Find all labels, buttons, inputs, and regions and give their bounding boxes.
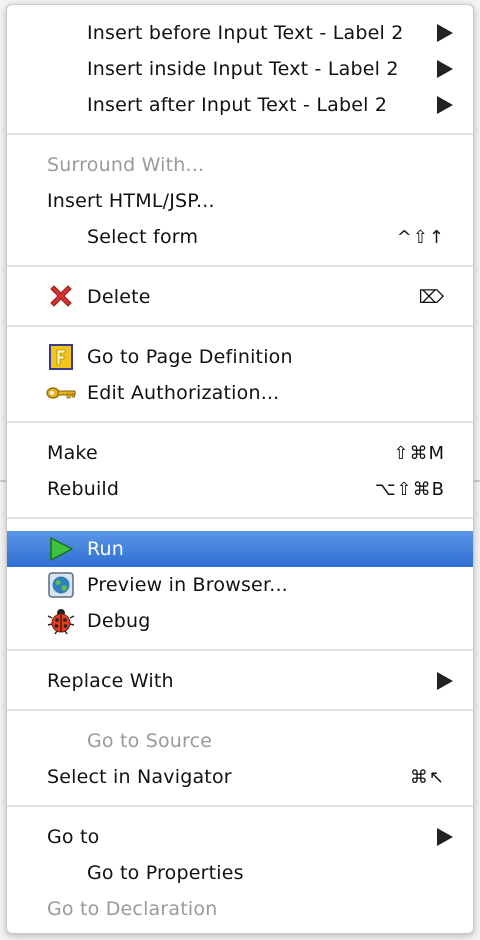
menu-item-label: Go to Source — [87, 730, 213, 752]
menu-item-edit-authorization[interactable]: Edit Authorization... — [7, 375, 473, 411]
menu-item-label: Insert HTML/JSP... — [47, 190, 215, 212]
menu-separator — [7, 709, 473, 711]
menu-separator — [7, 133, 473, 135]
menu-item-label: Go to — [47, 826, 100, 848]
menu-item-go-to[interactable]: Go to — [7, 819, 473, 855]
menu-separator — [7, 805, 473, 807]
menu-separator — [7, 649, 473, 651]
menu-item-insert-after[interactable]: Insert after Input Text - Label 2 — [7, 87, 473, 123]
globe-icon — [45, 569, 77, 601]
menu-item-surround-with: Surround With... — [7, 147, 473, 183]
menu-item-replace-with[interactable]: Replace With — [7, 663, 473, 699]
menu-item-label: Insert after Input Text - Label 2 — [87, 94, 388, 116]
menu-item-label: Go to Declaration — [47, 898, 218, 920]
menu-item-select-form[interactable]: Select form ^⇧↑ — [7, 219, 473, 255]
menu-item-go-to-page-definition[interactable]: Go to Page Definition — [7, 339, 473, 375]
keyboard-shortcut: ⌦ — [418, 286, 445, 308]
submenu-arrow-icon — [437, 24, 453, 42]
submenu-arrow-icon — [437, 828, 453, 846]
menu-item-label: Insert inside Input Text - Label 2 — [87, 58, 399, 80]
menu-item-label: Make — [47, 442, 98, 464]
menu-item-label: Go to Page Definition — [87, 346, 293, 368]
menu-item-label: Select form — [87, 226, 199, 248]
keyboard-shortcut: ⇧⌘M — [393, 442, 445, 464]
menu-item-label: Edit Authorization... — [87, 382, 280, 404]
menu-item-label: Select in Navigator — [47, 766, 232, 788]
menu-item-label: Replace With — [47, 670, 174, 692]
menu-item-label: Rebuild — [47, 478, 120, 500]
menu-separator — [7, 421, 473, 423]
context-menu: Insert before Input Text - Label 2 Inser… — [6, 4, 474, 934]
submenu-arrow-icon — [437, 96, 453, 114]
menu-item-label: Insert before Input Text - Label 2 — [87, 22, 404, 44]
green-play-icon — [45, 533, 77, 565]
keyboard-shortcut: ⌥⇧⌘B — [374, 478, 445, 500]
ladybug-icon — [45, 605, 77, 637]
menu-item-label: Delete — [87, 286, 151, 308]
menu-item-preview-in-browser[interactable]: Preview in Browser... — [7, 567, 473, 603]
menu-item-insert-html-jsp[interactable]: Insert HTML/JSP... — [7, 183, 473, 219]
menu-item-label: Preview in Browser... — [87, 574, 288, 596]
menu-item-make[interactable]: Make ⇧⌘M — [7, 435, 473, 471]
menu-item-label: Surround With... — [47, 154, 205, 176]
menu-separator — [7, 517, 473, 519]
menu-item-insert-inside[interactable]: Insert inside Input Text - Label 2 — [7, 51, 473, 87]
menu-item-label: Debug — [87, 610, 151, 632]
menu-item-go-to-source: Go to Source — [7, 723, 473, 759]
menu-item-select-in-navigator[interactable]: Select in Navigator ⌘↖ — [7, 759, 473, 795]
menu-item-rebuild[interactable]: Rebuild ⌥⇧⌘B — [7, 471, 473, 507]
red-x-icon — [45, 281, 77, 313]
menu-item-delete[interactable]: Delete ⌦ — [7, 279, 473, 315]
keyboard-shortcut: ^⇧↑ — [396, 226, 445, 248]
menu-item-debug[interactable]: Debug — [7, 603, 473, 639]
submenu-arrow-icon — [437, 672, 453, 690]
submenu-arrow-icon — [437, 60, 453, 78]
menu-separator — [7, 265, 473, 267]
menu-item-go-to-declaration: Go to Declaration — [7, 891, 473, 927]
key-icon — [45, 377, 77, 409]
menu-item-run[interactable]: Run — [7, 531, 473, 567]
menu-item-go-to-properties[interactable]: Go to Properties — [7, 855, 473, 891]
menu-item-label: Run — [87, 538, 125, 560]
menu-separator — [7, 325, 473, 327]
keyboard-shortcut: ⌘↖ — [409, 766, 445, 788]
menu-item-insert-before[interactable]: Insert before Input Text - Label 2 — [7, 15, 473, 51]
page-definition-icon — [45, 341, 77, 373]
menu-item-label: Go to Properties — [87, 862, 244, 884]
